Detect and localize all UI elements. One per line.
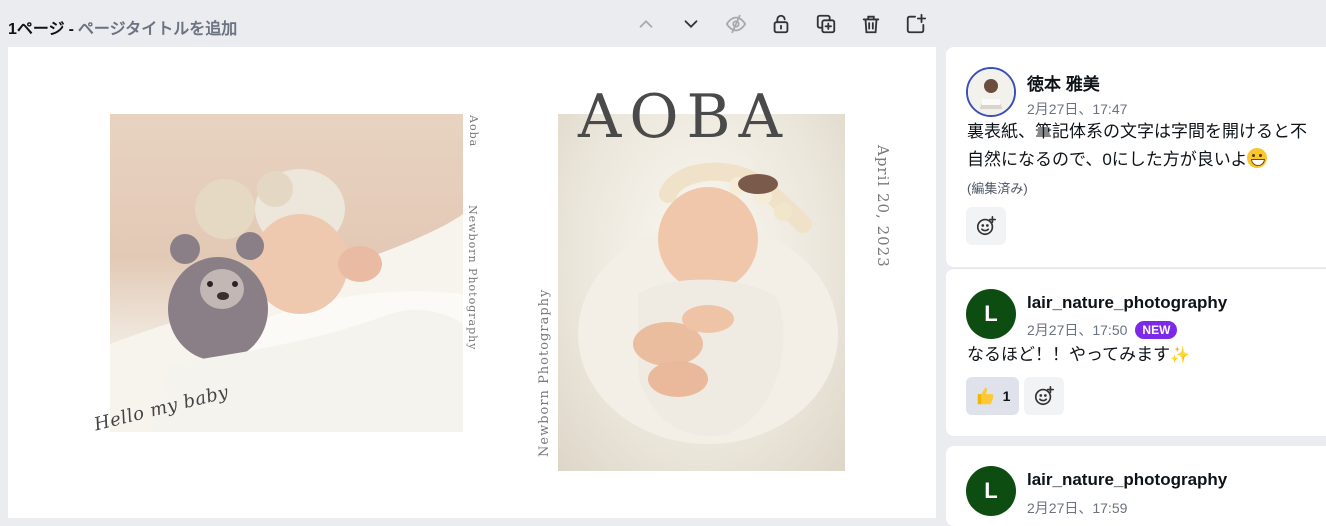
move-page-up-button[interactable]: [632, 10, 660, 38]
page-header: 1ページ - ページタイトルを追加: [0, 0, 940, 47]
comment-body-text: なるほど！！やってみます: [967, 345, 1171, 364]
chevron-down-icon: [684, 20, 698, 29]
hide-page-button[interactable]: [722, 10, 750, 38]
duplicate-page-button[interactable]: [812, 10, 840, 38]
move-page-down-button[interactable]: [677, 10, 705, 38]
add-emoji-icon: [1034, 386, 1054, 406]
aoba-vertical-label: Aoba: [467, 115, 480, 148]
left-photography-vertical-label: Newborn Photography: [466, 205, 479, 351]
right-photography-vertical-label: Newborn Photography: [537, 288, 552, 457]
add-page-icon: [906, 13, 927, 34]
eye-off-icon: [725, 14, 747, 34]
avatar[interactable]: [966, 67, 1016, 117]
baby-with-teddy-photo[interactable]: [110, 114, 463, 432]
page-title-placeholder[interactable]: ページタイトルを追加: [78, 21, 237, 38]
date-vertical-label: April 20, 2023: [874, 145, 892, 268]
design-canvas[interactable]: Aoba Newborn Photography Newborn Photogr…: [8, 47, 936, 518]
timestamp-text: 2月27日、17:50: [1027, 322, 1128, 338]
add-reaction-button[interactable]: [966, 207, 1006, 245]
comment-author: lair_nature_photography: [1027, 470, 1228, 489]
trash-icon: [862, 15, 880, 34]
page-toolbar: [632, 10, 930, 38]
user-avatar-icon: [968, 69, 1014, 115]
comment-text: なるほど！！やってみます✨: [967, 341, 1317, 370]
grinning-face-icon: [1247, 148, 1268, 168]
comment-card: 徳本 雅美 2月27日、17:47 裏表紙、筆記体系の文字は字間を開けると不自然…: [946, 47, 1326, 267]
chevron-up-icon: [639, 19, 653, 28]
comment-timestamp: 2月27日、17:50 NEW: [1027, 320, 1178, 340]
comment-text: 裏表紙、筆記体系の文字は字間を開けると不自然になるので、0にした方が良いよ: [967, 118, 1317, 174]
edited-label: (編集済み): [967, 181, 1028, 196]
reaction-count: 1: [1002, 388, 1011, 404]
page-number: 1ページ: [8, 21, 65, 38]
new-badge: NEW: [1135, 321, 1178, 339]
add-page-button[interactable]: [902, 10, 930, 38]
avatar[interactable]: L: [966, 289, 1016, 339]
lock-page-button[interactable]: [767, 10, 795, 38]
baby-with-flower-crown-photo[interactable]: [558, 114, 845, 471]
timestamp-text: 2月27日、17:59: [1027, 500, 1128, 516]
thumbs-up-reaction-button[interactable]: 1: [966, 377, 1019, 415]
comment-timestamp: 2月27日、17:47: [1027, 99, 1127, 119]
sparkles-icon: ✨: [1170, 347, 1191, 364]
baby-swaddle-illustration: [578, 162, 838, 444]
comment-timestamp: 2月27日、17:59: [1027, 498, 1127, 518]
page-title[interactable]: 1ページ - ページタイトルを追加: [8, 15, 237, 39]
lock-icon: [773, 14, 789, 34]
comment-author: 徳本 雅美: [1027, 75, 1100, 94]
baby-teddy-illustration: [110, 169, 463, 432]
comment-card: L lair_nature_photography 2月27日、17:50 NE…: [946, 268, 1326, 436]
duplicate-icon: [816, 14, 836, 34]
delete-page-button[interactable]: [857, 10, 885, 38]
aoba-headline: AOBA: [578, 82, 790, 152]
add-emoji-icon: [976, 216, 996, 236]
avatar[interactable]: L: [966, 466, 1016, 516]
add-reaction-button[interactable]: [1024, 377, 1064, 415]
title-separator: -: [68, 21, 74, 38]
comment-card: L lair_nature_photography 2月27日、17:59: [946, 446, 1326, 526]
comment-author: lair_nature_photography: [1027, 293, 1228, 312]
thumbs-up-icon: [977, 387, 994, 405]
timestamp-text: 2月27日、17:47: [1027, 101, 1128, 117]
